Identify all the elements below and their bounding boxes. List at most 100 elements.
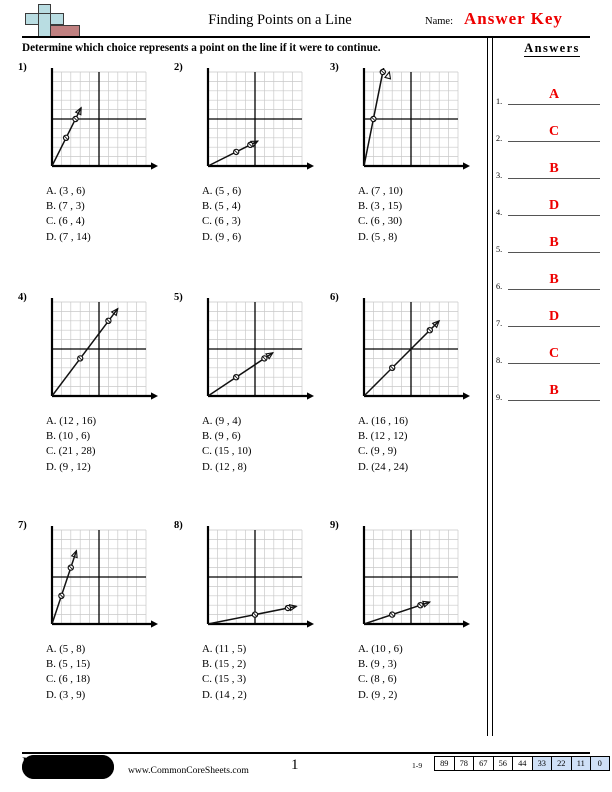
website-url: www.CommonCoreSheets.com (128, 765, 249, 776)
choice-option[interactable]: C. (15 , 10) (202, 444, 332, 459)
score-cell: 0 (590, 756, 610, 771)
choice-option[interactable]: B. (7 , 3) (46, 199, 176, 214)
choice-option[interactable]: C. (21 , 28) (46, 444, 176, 459)
choice-list: A. (10 , 6) B. (9 , 3) C. (8 , 6) D. (9 , 2… (358, 642, 488, 703)
problem-number: 4) (18, 292, 27, 303)
answer-value: B (549, 235, 559, 250)
page-title: Finding Points on a Line (208, 12, 352, 28)
answer-row: 4. D (496, 186, 602, 217)
answer-blank-line (508, 104, 600, 105)
answer-number: 2. (496, 134, 503, 143)
answer-value: B (549, 272, 559, 287)
page-number: 1 (291, 757, 299, 773)
score-cell: 11 (570, 756, 590, 771)
answer-value: C (548, 124, 560, 139)
choice-option[interactable]: B. (15 , 2) (202, 657, 332, 672)
answer-row: 1. A (496, 75, 602, 106)
choice-option[interactable]: D. (5 , 8) (358, 230, 488, 245)
choice-option[interactable]: B. (9 , 6) (202, 429, 332, 444)
choice-option[interactable]: D. (7 , 14) (46, 230, 176, 245)
name-label: Name: (425, 16, 453, 27)
choice-option[interactable]: A. (16 , 16) (358, 414, 488, 429)
answer-value: A (548, 87, 560, 102)
choice-option[interactable]: D. (9 , 2) (358, 688, 488, 703)
choice-option[interactable]: C. (6 , 3) (202, 214, 332, 229)
problem-number: 1) (18, 62, 27, 73)
score-cell: 44 (512, 756, 532, 771)
answer-number: 6. (496, 282, 503, 291)
choice-list: A. (12 , 16) B. (10 , 6) C. (21 , 28) D. (9… (46, 414, 176, 475)
choice-option[interactable]: B. (10 , 6) (46, 429, 176, 444)
choice-option[interactable]: C. (8 , 6) (358, 672, 488, 687)
choice-option[interactable]: C. (15 , 3) (202, 672, 332, 687)
choice-option[interactable]: A. (3 , 6) (46, 184, 176, 199)
choice-list: A. (11 , 5) B. (15 , 2) C. (15 , 3) D. (14 … (202, 642, 332, 703)
coordinate-graph (198, 518, 316, 638)
choice-option[interactable]: D. (14 , 2) (202, 688, 332, 703)
choice-option[interactable]: C. (9 , 9) (358, 444, 488, 459)
choice-option[interactable]: A. (10 , 6) (358, 642, 488, 657)
answer-row: 5. B (496, 223, 602, 254)
answers-heading: Answers (524, 41, 580, 57)
choice-option[interactable]: A. (5 , 8) (46, 642, 176, 657)
score-cell: 89 (434, 756, 454, 771)
choice-option[interactable]: B. (5 , 4) (202, 199, 332, 214)
choice-option[interactable]: D. (9 , 6) (202, 230, 332, 245)
answer-number: 9. (496, 393, 503, 402)
coordinate-graph (42, 60, 160, 180)
problem-number: 3) (330, 62, 339, 73)
answer-row: 8. C (496, 334, 602, 365)
answer-row: 9. B (496, 371, 602, 402)
choice-list: A. (3 , 6) B. (7 , 3) C. (6 , 4) D. (7 , 14… (46, 184, 176, 245)
answer-column-divider-outer (487, 36, 488, 736)
answer-number: 1. (496, 97, 503, 106)
answer-number: 5. (496, 245, 503, 254)
answer-blank-line (508, 326, 600, 327)
score-cell: 33 (531, 756, 551, 771)
answer-blank-line (508, 252, 600, 253)
choice-option[interactable]: B. (9 , 3) (358, 657, 488, 672)
choice-list: A. (16 , 16) B. (12 , 12) C. (9 , 9) D. (24… (358, 414, 488, 475)
choice-option[interactable]: A. (9 , 4) (202, 414, 332, 429)
choice-option[interactable]: A. (12 , 16) (46, 414, 176, 429)
answer-blank-line (508, 215, 600, 216)
answer-key-stamp: Answer Key (464, 9, 563, 28)
footer-divider (22, 752, 590, 754)
subject-badge-label: Math (22, 755, 114, 779)
choice-option[interactable]: B. (12 , 12) (358, 429, 488, 444)
choice-list: A. (9 , 4) B. (9 , 6) C. (15 , 10) D. (12 ,… (202, 414, 332, 475)
choice-option[interactable]: D. (12 , 8) (202, 460, 332, 475)
choice-option[interactable]: A. (11 , 5) (202, 642, 332, 657)
choice-option[interactable]: C. (6 , 18) (46, 672, 176, 687)
answer-number: 7. (496, 319, 503, 328)
header-divider (22, 36, 590, 38)
answer-row: 7. D (496, 297, 602, 328)
answer-blank-line (508, 178, 600, 179)
answer-number: 4. (496, 208, 503, 217)
answer-value: B (549, 383, 559, 398)
problem-number: 8) (174, 520, 183, 531)
choice-option[interactable]: A. (5 , 6) (202, 184, 332, 199)
choice-option[interactable]: D. (3 , 9) (46, 688, 176, 703)
answer-row: 3. B (496, 149, 602, 180)
coordinate-graph (354, 518, 472, 638)
choice-option[interactable]: D. (9 , 12) (46, 460, 176, 475)
answer-value: D (548, 309, 560, 324)
problem-number: 5) (174, 292, 183, 303)
choice-option[interactable]: C. (6 , 30) (358, 214, 488, 229)
choice-option[interactable]: B. (3 , 15) (358, 199, 488, 214)
coordinate-graph (42, 290, 160, 410)
score-table: 89 78 67 56 44 33 22 11 0 (434, 756, 610, 771)
problem-number: 6) (330, 292, 339, 303)
score-cell: 78 (453, 756, 473, 771)
answer-row: 6. B (496, 260, 602, 291)
answer-blank-line (508, 141, 600, 142)
coordinate-graph (354, 32, 472, 180)
score-cell: 67 (473, 756, 493, 771)
choice-option[interactable]: C. (6 , 4) (46, 214, 176, 229)
problem-number: 7) (18, 520, 27, 531)
choice-option[interactable]: B. (5 , 15) (46, 657, 176, 672)
coordinate-graph (42, 518, 160, 638)
choice-option[interactable]: D. (24 , 24) (358, 460, 488, 475)
choice-option[interactable]: A. (7 , 10) (358, 184, 488, 199)
